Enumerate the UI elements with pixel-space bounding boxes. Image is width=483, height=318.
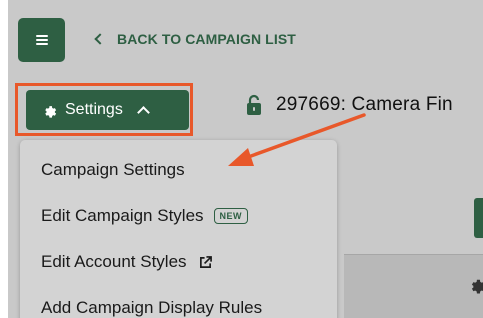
main-menu-button[interactable]: [18, 18, 65, 62]
external-link-icon: [199, 255, 212, 268]
app-screen: BACK TO CAMPAIGN LIST Settings 297669: C…: [8, 0, 483, 318]
menu-item-edit-campaign-styles[interactable]: Edit Campaign Styles NEW: [41, 204, 249, 228]
hamburger-icon: [35, 35, 48, 45]
menu-item-campaign-settings[interactable]: Campaign Settings: [41, 158, 185, 182]
menu-item-add-campaign-display-rules[interactable]: Add Campaign Display Rules: [41, 296, 262, 318]
side-button[interactable]: [474, 198, 483, 238]
gear-icon[interactable]: [468, 276, 483, 294]
chevron-left-icon: [94, 33, 106, 45]
back-link-label: BACK TO CAMPAIGN LIST: [117, 31, 296, 47]
back-to-campaign-list-link[interactable]: BACK TO CAMPAIGN LIST: [94, 29, 296, 49]
menu-item-label: Add Campaign Display Rules: [41, 298, 263, 317]
content-panel: [344, 254, 483, 318]
campaign-title: 297669: Camera Fin: [276, 94, 453, 115]
menu-item-label: Edit Account Styles: [41, 252, 187, 271]
annotation-highlight-box: [15, 83, 193, 136]
divider: [344, 254, 483, 255]
menu-item-label: Campaign Settings: [41, 160, 185, 179]
settings-dropdown-menu: Campaign Settings Edit Campaign Styles N…: [20, 140, 337, 318]
menu-item-edit-account-styles[interactable]: Edit Account Styles: [41, 250, 212, 274]
new-badge: NEW: [213, 208, 249, 224]
lock-icon: [247, 94, 261, 115]
menu-item-label: Edit Campaign Styles: [41, 206, 204, 225]
